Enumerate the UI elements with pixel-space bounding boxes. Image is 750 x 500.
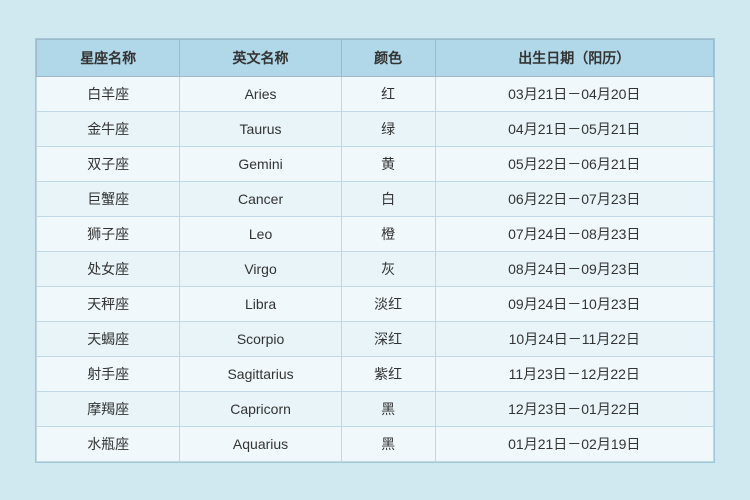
- col-header-color: 颜色: [341, 39, 435, 76]
- zodiac-table: 星座名称 英文名称 颜色 出生日期（阳历） 白羊座Aries红03月21日－04…: [36, 39, 714, 462]
- table-row: 白羊座Aries红03月21日－04月20日: [37, 76, 714, 111]
- cell-english-9: Capricorn: [180, 391, 341, 426]
- cell-chinese-8: 射手座: [37, 356, 180, 391]
- col-header-english: 英文名称: [180, 39, 341, 76]
- cell-english-7: Scorpio: [180, 321, 341, 356]
- cell-color-4: 橙: [341, 216, 435, 251]
- cell-english-8: Sagittarius: [180, 356, 341, 391]
- zodiac-table-container: 星座名称 英文名称 颜色 出生日期（阳历） 白羊座Aries红03月21日－04…: [35, 38, 715, 463]
- cell-chinese-6: 天秤座: [37, 286, 180, 321]
- cell-dates-7: 10月24日－11月22日: [435, 321, 713, 356]
- cell-dates-1: 04月21日－05月21日: [435, 111, 713, 146]
- cell-chinese-10: 水瓶座: [37, 426, 180, 461]
- cell-dates-8: 11月23日－12月22日: [435, 356, 713, 391]
- cell-dates-3: 06月22日－07月23日: [435, 181, 713, 216]
- cell-english-10: Aquarius: [180, 426, 341, 461]
- table-body: 白羊座Aries红03月21日－04月20日金牛座Taurus绿04月21日－0…: [37, 76, 714, 461]
- table-row: 摩羯座Capricorn黑12月23日－01月22日: [37, 391, 714, 426]
- cell-english-3: Cancer: [180, 181, 341, 216]
- cell-english-2: Gemini: [180, 146, 341, 181]
- cell-color-2: 黄: [341, 146, 435, 181]
- cell-color-9: 黑: [341, 391, 435, 426]
- cell-english-4: Leo: [180, 216, 341, 251]
- cell-color-5: 灰: [341, 251, 435, 286]
- table-row: 天秤座Libra淡红09月24日－10月23日: [37, 286, 714, 321]
- cell-color-3: 白: [341, 181, 435, 216]
- cell-dates-2: 05月22日－06月21日: [435, 146, 713, 181]
- table-header-row: 星座名称 英文名称 颜色 出生日期（阳历）: [37, 39, 714, 76]
- cell-english-6: Libra: [180, 286, 341, 321]
- cell-english-0: Aries: [180, 76, 341, 111]
- table-row: 金牛座Taurus绿04月21日－05月21日: [37, 111, 714, 146]
- cell-chinese-4: 狮子座: [37, 216, 180, 251]
- cell-color-8: 紫红: [341, 356, 435, 391]
- cell-color-6: 淡红: [341, 286, 435, 321]
- cell-dates-4: 07月24日－08月23日: [435, 216, 713, 251]
- cell-english-5: Virgo: [180, 251, 341, 286]
- table-row: 水瓶座Aquarius黑01月21日－02月19日: [37, 426, 714, 461]
- cell-chinese-5: 处女座: [37, 251, 180, 286]
- cell-color-0: 红: [341, 76, 435, 111]
- table-row: 巨蟹座Cancer白06月22日－07月23日: [37, 181, 714, 216]
- col-header-chinese: 星座名称: [37, 39, 180, 76]
- table-row: 射手座Sagittarius紫红11月23日－12月22日: [37, 356, 714, 391]
- table-row: 处女座Virgo灰08月24日－09月23日: [37, 251, 714, 286]
- cell-chinese-3: 巨蟹座: [37, 181, 180, 216]
- table-row: 狮子座Leo橙07月24日－08月23日: [37, 216, 714, 251]
- cell-dates-5: 08月24日－09月23日: [435, 251, 713, 286]
- table-row: 天蝎座Scorpio深红10月24日－11月22日: [37, 321, 714, 356]
- cell-chinese-2: 双子座: [37, 146, 180, 181]
- cell-dates-6: 09月24日－10月23日: [435, 286, 713, 321]
- cell-chinese-7: 天蝎座: [37, 321, 180, 356]
- cell-chinese-9: 摩羯座: [37, 391, 180, 426]
- cell-color-10: 黑: [341, 426, 435, 461]
- cell-dates-9: 12月23日－01月22日: [435, 391, 713, 426]
- cell-chinese-0: 白羊座: [37, 76, 180, 111]
- cell-dates-0: 03月21日－04月20日: [435, 76, 713, 111]
- col-header-dates: 出生日期（阳历）: [435, 39, 713, 76]
- cell-chinese-1: 金牛座: [37, 111, 180, 146]
- cell-color-7: 深红: [341, 321, 435, 356]
- cell-english-1: Taurus: [180, 111, 341, 146]
- table-row: 双子座Gemini黄05月22日－06月21日: [37, 146, 714, 181]
- cell-dates-10: 01月21日－02月19日: [435, 426, 713, 461]
- cell-color-1: 绿: [341, 111, 435, 146]
